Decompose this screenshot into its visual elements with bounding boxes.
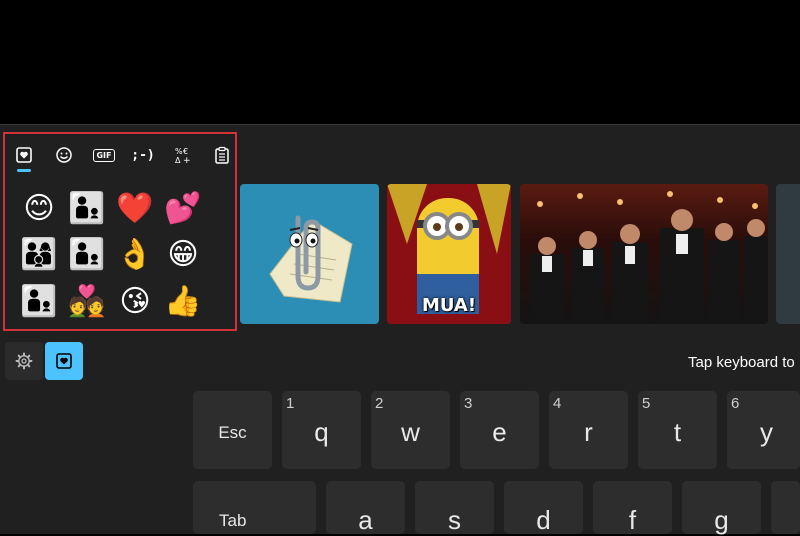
key-number: 4 <box>553 395 562 412</box>
svg-text:€: € <box>183 147 188 156</box>
kaomoji-tab-label: ;-) <box>131 147 155 163</box>
emoji-item[interactable]: 👨‍👦 <box>67 235 107 275</box>
key-label: g <box>714 505 729 535</box>
key-label: w <box>401 417 420 447</box>
settings-button[interactable] <box>5 342 43 380</box>
key-w[interactable]: 2 w <box>371 391 450 469</box>
svg-text:+: + <box>183 156 191 164</box>
keyboard-hint-text: Tap keyboard to <box>688 354 795 371</box>
emoji-panel-toggle-button[interactable] <box>45 342 83 380</box>
emoji-panel: GIF ;-) % € Δ + <box>3 132 237 331</box>
key-number: 6 <box>731 395 740 412</box>
clippy-image <box>269 215 353 303</box>
emoji-item[interactable]: 😘 <box>115 282 155 322</box>
tab-emoji[interactable] <box>53 144 75 166</box>
key-s[interactable]: s <box>415 481 494 535</box>
emoji-item[interactable]: 👍 <box>163 282 203 322</box>
emoji-item[interactable]: 👨‍👩‍👦 <box>19 235 59 275</box>
tab-favorites[interactable] <box>13 144 35 166</box>
gif-thumbnail-clippy[interactable] <box>240 184 379 324</box>
key-label: r <box>584 417 593 447</box>
key-label: t <box>673 417 682 447</box>
key-label: d <box>536 505 551 535</box>
key-d[interactable]: d <box>504 481 583 535</box>
key-label: a <box>358 505 373 535</box>
heart-clipboard-icon <box>56 353 72 369</box>
key-partial[interactable] <box>771 481 800 534</box>
key-q[interactable]: 1 q <box>282 391 361 469</box>
touch-keyboard-panel: GIF ;-) % € Δ + <box>0 124 800 535</box>
key-t[interactable]: 5 t <box>638 391 717 469</box>
svg-text:Δ: Δ <box>175 156 181 164</box>
gif-thumbnail-applause[interactable] <box>520 184 768 324</box>
gif-tab-label: GIF <box>93 148 115 162</box>
emoji-item[interactable]: ❤️ <box>115 189 155 229</box>
tab-gif[interactable]: GIF <box>93 144 115 166</box>
tab-clipboard[interactable] <box>211 144 233 166</box>
tab-kaomoji[interactable]: ;-) <box>131 144 155 166</box>
gif-caption: MUA! <box>421 295 477 316</box>
gif-thumbnail-minion[interactable]: MUA! <box>387 184 511 324</box>
key-label: y <box>760 417 773 447</box>
emoji-item[interactable]: 👌 <box>115 235 155 275</box>
key-y[interactable]: 6 y <box>727 391 800 469</box>
key-e[interactable]: 3 e <box>460 391 539 469</box>
clipboard-icon <box>215 146 229 164</box>
emoji-item[interactable]: 😁 <box>163 235 203 275</box>
emoji-item[interactable]: 💑 <box>67 282 107 322</box>
key-g[interactable]: g <box>682 481 761 535</box>
key-number: 5 <box>642 395 651 412</box>
key-esc[interactable]: Esc <box>193 391 272 469</box>
smiley-icon <box>56 147 72 163</box>
key-label: Esc <box>218 423 247 442</box>
applause-crowd-image <box>530 191 768 324</box>
key-tab[interactable]: Tab <box>193 481 316 534</box>
key-label: f <box>628 505 637 535</box>
heart-clipboard-icon <box>16 147 32 163</box>
key-number: 2 <box>375 395 384 412</box>
gear-icon <box>15 352 33 370</box>
emoji-item[interactable]: 👨‍👦 <box>67 189 107 229</box>
key-label: e <box>492 417 507 447</box>
key-number: 1 <box>286 395 295 412</box>
gif-thumbnail-partial[interactable] <box>776 184 800 324</box>
key-a[interactable]: a <box>326 481 405 535</box>
key-r[interactable]: 4 r <box>549 391 628 469</box>
emoji-item[interactable]: 💕 <box>163 189 203 229</box>
key-f[interactable]: f <box>593 481 672 535</box>
symbols-icon: % € Δ + <box>175 147 191 164</box>
key-label: Tab <box>219 511 247 530</box>
svg-text:%: % <box>175 147 183 156</box>
key-number: 3 <box>464 395 473 412</box>
emoji-item[interactable]: 😊 <box>19 189 59 229</box>
key-label: q <box>314 417 329 447</box>
tab-symbols[interactable]: % € Δ + <box>172 144 194 166</box>
emoji-panel-tabs: GIF ;-) % € Δ + <box>5 134 235 174</box>
key-label: s <box>448 505 461 535</box>
emoji-item[interactable]: 👨‍👦 <box>19 282 59 322</box>
active-tab-indicator <box>17 169 31 172</box>
